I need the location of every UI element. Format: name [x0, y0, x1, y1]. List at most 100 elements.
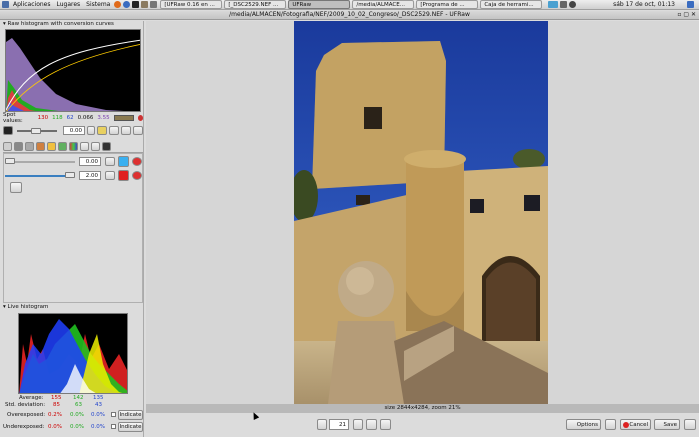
live-histogram-graph: [19, 319, 127, 393]
clip-highlights-icon[interactable]: [109, 126, 119, 135]
reset-exposure-icon[interactable]: [133, 126, 143, 135]
tab-white-balance-icon[interactable]: [3, 142, 12, 151]
live-histogram-title: Live histogram: [7, 304, 49, 310]
tools-tabs: [3, 142, 143, 153]
options-button[interactable]: Options: [566, 419, 601, 430]
power-icon[interactable]: [569, 1, 577, 8]
gnome-foot-icon[interactable]: [2, 1, 9, 8]
temperature-row: 0.00: [3, 156, 143, 167]
auto-exposure-button[interactable]: [87, 126, 95, 135]
zoom-input[interactable]: 21: [329, 419, 349, 430]
zoom-100-button[interactable]: [380, 419, 391, 430]
task-media-almacen[interactable]: /media/ALMACE...: [352, 0, 415, 9]
tab-about-icon[interactable]: [102, 142, 111, 151]
underexposed-row: Underexposed: 0.0% 0.0% 0.0% Indicate: [3, 422, 143, 433]
menu-aplicaciones[interactable]: Aplicaciones: [10, 1, 53, 8]
overexposed-indicate-checkbox[interactable]: [111, 412, 116, 417]
task-programa[interactable]: [Programa de ...: [416, 0, 479, 9]
top-panel: Aplicaciones Lugares Sistema [UFRaw 0.16…: [0, 0, 699, 10]
eyedropper-button[interactable]: [10, 182, 22, 193]
cancel-icon: [623, 422, 629, 428]
spot-value-r: 130: [37, 115, 49, 121]
volume-icon[interactable]: [560, 1, 568, 8]
left-panel-divider: [143, 21, 144, 437]
system-icon[interactable]: [687, 1, 694, 8]
delete-button[interactable]: [605, 419, 616, 430]
window-controls[interactable]: ▫ ▢ ✕: [677, 11, 696, 19]
gimp-icon[interactable]: [141, 1, 149, 8]
save-button[interactable]: Save: [654, 419, 680, 430]
control-panel: ▾ Raw histogram with conversion curves S…: [1, 21, 144, 437]
color-pick-button[interactable]: [118, 170, 129, 181]
restore-highlights-icon[interactable]: [97, 126, 107, 135]
average-g: 142: [73, 395, 84, 401]
auto-adjust-icon[interactable]: [121, 126, 131, 135]
tab-lens-icon[interactable]: [58, 142, 67, 151]
average-label: Average:: [19, 395, 44, 401]
std-r: 85: [53, 402, 60, 408]
wb-reset-icon[interactable]: [132, 157, 142, 166]
green-reset-icon[interactable]: [132, 171, 142, 180]
send-to-gimp-button[interactable]: [684, 419, 696, 430]
wb-picker-button[interactable]: [118, 156, 129, 167]
task-ufraw[interactable]: UFRaw: [288, 0, 351, 9]
temperature-slider-knob[interactable]: [5, 158, 15, 164]
zoom-in-button[interactable]: [353, 419, 363, 430]
thunderbird-icon[interactable]: [123, 1, 131, 8]
menu-lugares[interactable]: Lugares: [53, 1, 83, 8]
green-input[interactable]: 2.00: [79, 171, 101, 180]
spot-values-label: Spot values:: [3, 112, 23, 124]
over-b: 0.0%: [91, 412, 105, 418]
spot-values-row: Spot values: 130 118 62 0.066 3.55: [3, 112, 143, 124]
firefox-icon[interactable]: [114, 1, 122, 8]
task-caja-herramientas[interactable]: Caja de herrami...: [480, 0, 543, 9]
window-title: /media/ALMACEN/Fotografia/NEF/2009_10_02…: [229, 11, 470, 18]
zoom-fit-button[interactable]: [366, 419, 377, 430]
under-g: 0.0%: [70, 424, 84, 430]
network-icon[interactable]: [548, 1, 559, 8]
save-label: Save: [663, 422, 677, 428]
exposure-slider-knob[interactable]: [31, 128, 41, 134]
raw-histogram[interactable]: [5, 29, 141, 112]
preview-area[interactable]: [146, 21, 699, 404]
task-ufraw-main[interactable]: [UFRaw 0.16 en ...: [160, 0, 223, 9]
wb-eye-icon[interactable]: [105, 157, 115, 166]
status-bar: size 2844x4284, zoom 21%: [146, 404, 699, 413]
window-titlebar[interactable]: /media/ALMACEN/Fotografia/NEF/2009_10_02…: [0, 11, 699, 20]
spot-value-lum: 0.066: [77, 115, 94, 121]
spot-value-extra: 3.55: [97, 115, 110, 121]
task-dsc2529[interactable]: [_DSC2529.NEF ...: [224, 0, 287, 9]
task-label: [Programa de ...: [420, 1, 465, 8]
task-label: [_DSC2529.NEF ...: [228, 1, 279, 8]
clock[interactable]: sáb 17 de oct, 01:13: [613, 1, 675, 8]
exposure-icon: [3, 126, 13, 135]
temperature-slider-track[interactable]: [5, 161, 75, 163]
tab-crop-icon[interactable]: [69, 142, 78, 151]
tab-color-management-icon[interactable]: [36, 142, 45, 151]
live-histogram-header[interactable]: ▾ Live histogram: [1, 304, 144, 311]
cancel-button[interactable]: Cancel: [620, 419, 651, 430]
show-desktop-icon[interactable]: [150, 1, 158, 8]
terminal-icon[interactable]: [132, 1, 140, 8]
raw-histogram-header[interactable]: ▾ Raw histogram with conversion curves: [1, 21, 144, 28]
overexposed-indicate-button[interactable]: Indicate: [118, 410, 143, 420]
green-eye-icon[interactable]: [105, 171, 115, 180]
spot-value-b: 62: [66, 115, 74, 121]
raw-histogram-title: Raw histogram with conversion curves: [7, 21, 114, 27]
tab-base-curve-icon[interactable]: [25, 142, 34, 151]
exposure-input[interactable]: 0.00: [63, 126, 85, 135]
tab-save-icon[interactable]: [80, 142, 89, 151]
green-slider-knob[interactable]: [65, 172, 75, 178]
temperature-input[interactable]: 0.00: [79, 157, 101, 166]
menu-sistema[interactable]: Sistema: [83, 1, 113, 8]
tab-exif-icon[interactable]: [91, 142, 100, 151]
cancel-label: Cancel: [629, 422, 648, 428]
photo-preview[interactable]: [294, 21, 548, 404]
task-label: /media/ALMACE...: [356, 1, 405, 8]
tab-correct-luminosity-icon[interactable]: [47, 142, 56, 151]
underexposed-indicate-button[interactable]: Indicate: [118, 422, 143, 432]
underexposed-indicate-checkbox[interactable]: [111, 424, 116, 429]
live-histogram[interactable]: [18, 313, 128, 394]
zoom-out-button[interactable]: [317, 419, 327, 430]
tab-grayscale-icon[interactable]: [14, 142, 23, 151]
